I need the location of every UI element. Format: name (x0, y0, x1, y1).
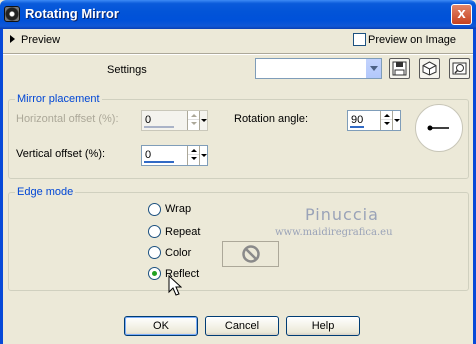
horizontal-offset-value: 0 (145, 114, 152, 126)
window-title: Rotating Mirror (25, 6, 119, 21)
horizontal-offset-spinner: 0 (141, 110, 208, 131)
horizontal-offset-slider (144, 126, 174, 128)
reset-button[interactable] (449, 58, 470, 79)
spin-down-icon[interactable] (381, 120, 392, 129)
wrap-radio[interactable] (148, 203, 161, 216)
separator (3, 53, 473, 55)
reset-icon (452, 62, 467, 75)
rotation-angle-slider[interactable] (350, 126, 364, 128)
cube-icon (422, 61, 437, 76)
edge-mode-legend: Edge mode (15, 186, 76, 198)
help-button[interactable]: Help (286, 316, 360, 336)
app-icon (4, 6, 20, 22)
spin-up-icon[interactable] (188, 146, 199, 155)
repeat-radio[interactable] (148, 225, 161, 238)
vertical-offset-slider[interactable] (144, 161, 174, 163)
preview-on-image-label[interactable]: Preview on Image (368, 34, 456, 46)
close-button[interactable]: x (451, 4, 472, 25)
expand-arrow-icon[interactable] (10, 35, 15, 43)
disabled-icon (242, 245, 260, 263)
mirror-placement-legend: Mirror placement (15, 93, 102, 105)
title-bar[interactable]: Rotating Mirror x (0, 0, 476, 29)
dropdown-arrow-icon[interactable] (365, 59, 381, 78)
settings-dropdown[interactable] (255, 58, 382, 79)
watermark-name: Pinuccia (305, 205, 379, 224)
cancel-button[interactable]: Cancel (205, 316, 279, 336)
dropdown-arrow-icon (199, 111, 207, 130)
save-preset-button[interactable] (389, 58, 410, 79)
rotation-angle-value[interactable]: 90 (351, 114, 363, 126)
spin-up-icon[interactable] (381, 111, 392, 120)
preset-manager-button[interactable] (419, 58, 440, 79)
mouse-pointer-icon (168, 275, 182, 296)
preview-on-image-checkbox[interactable] (353, 33, 366, 46)
ok-button[interactable]: OK (124, 316, 198, 336)
dropdown-arrow-icon[interactable] (199, 146, 207, 165)
spin-down-icon (188, 120, 199, 129)
vertical-offset-stepper[interactable] (187, 146, 199, 165)
vertical-offset-label: Vertical offset (%): (16, 148, 106, 160)
preview-row: Preview Preview on Image (3, 29, 473, 51)
color-radio[interactable] (148, 246, 161, 259)
watermark-url: www.maidiregrafica.eu (275, 227, 393, 238)
vertical-offset-value[interactable]: 0 (145, 149, 151, 161)
preview-toggle-label[interactable]: Preview (21, 34, 60, 46)
rotation-angle-dial[interactable] (415, 104, 463, 152)
rotation-angle-stepper[interactable] (380, 111, 392, 130)
settings-label: Settings (107, 64, 147, 76)
horizontal-offset-stepper (187, 111, 199, 130)
reflect-radio[interactable] (148, 267, 161, 280)
repeat-label[interactable]: Repeat (165, 226, 200, 238)
spin-down-icon[interactable] (188, 155, 199, 164)
color-label[interactable]: Color (165, 247, 191, 259)
edge-color-swatch (222, 241, 279, 267)
rotation-angle-spinner[interactable]: 90 (347, 110, 401, 131)
spin-up-icon (188, 111, 199, 120)
dropdown-arrow-icon[interactable] (392, 111, 400, 130)
vertical-offset-spinner[interactable]: 0 (141, 145, 208, 166)
rotation-angle-label: Rotation angle: (234, 113, 308, 125)
angle-arrow-icon (427, 125, 449, 131)
horizontal-offset-label: Horizontal offset (%): (16, 113, 119, 125)
wrap-label[interactable]: Wrap (165, 203, 191, 215)
window-frame-left (0, 29, 3, 344)
floppy-disk-icon (392, 61, 407, 76)
